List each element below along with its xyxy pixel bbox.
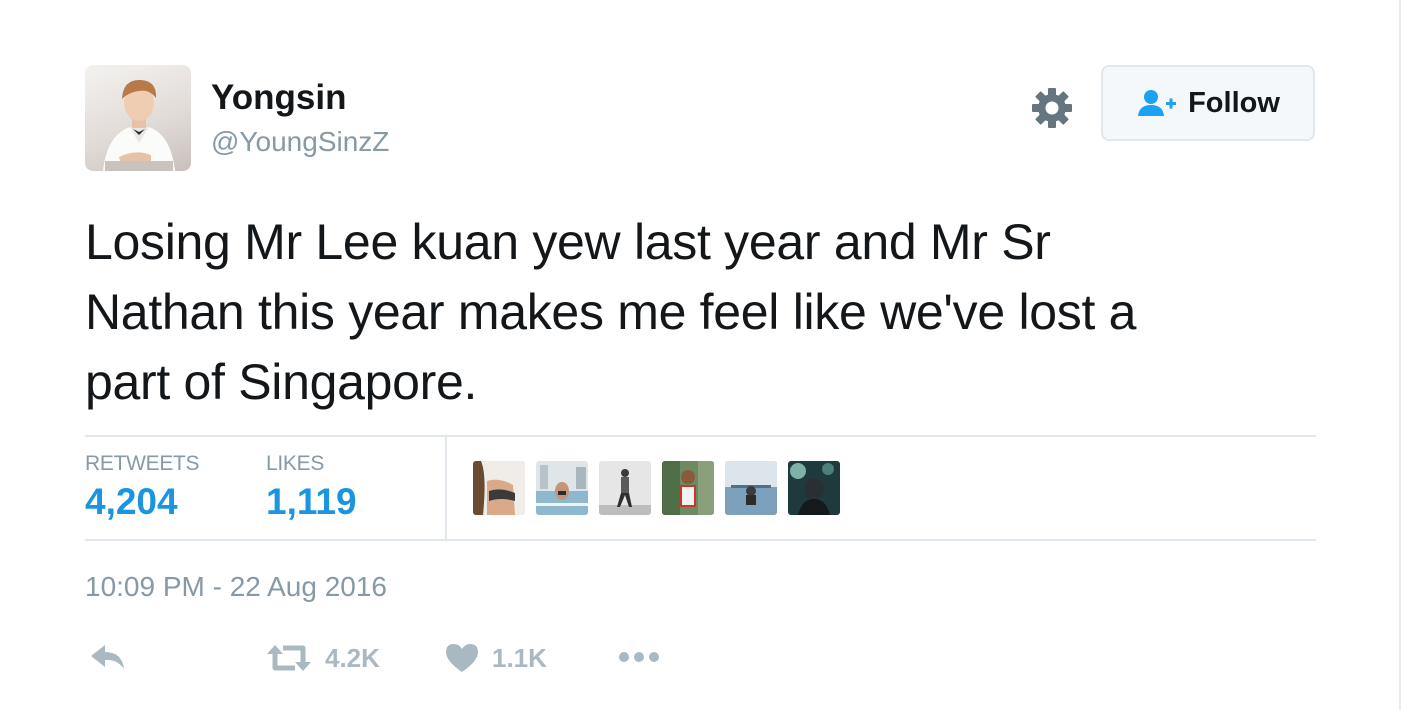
retweet-count: 4.2K xyxy=(325,642,380,673)
stats-divider xyxy=(445,436,447,540)
user-handle[interactable]: @YoungSinzZ xyxy=(211,126,389,158)
liker-avatar-1[interactable] xyxy=(473,461,525,515)
liker-avatar-3[interactable] xyxy=(599,461,651,515)
like-button[interactable]: 1.1K xyxy=(444,642,547,674)
liker-avatar-2[interactable] xyxy=(536,461,588,515)
follow-label: Follow xyxy=(1188,86,1280,119)
retweets-count[interactable]: 4,204 xyxy=(85,481,178,523)
retweet-button[interactable]: 4.2K xyxy=(265,642,380,674)
user-display-name[interactable]: Yongsin xyxy=(211,78,346,118)
gear-icon[interactable] xyxy=(1030,86,1074,130)
reply-icon xyxy=(91,645,124,669)
divider-bottom xyxy=(85,539,1316,541)
profile-avatar[interactable] xyxy=(85,65,191,171)
liker-avatars xyxy=(473,461,840,515)
reply-button[interactable] xyxy=(89,642,127,672)
more-button[interactable] xyxy=(618,642,660,672)
tweet-card: Yongsin @YoungSinzZ Follow Losing Mr Lee… xyxy=(0,0,1401,710)
heart-icon xyxy=(446,644,478,672)
liker-avatar-5[interactable] xyxy=(725,461,777,515)
tweet-timestamp[interactable]: 10:09 PM - 22 Aug 2016 xyxy=(85,571,387,603)
retweets-label[interactable]: RETWEETS xyxy=(85,452,200,476)
liker-avatar-6[interactable] xyxy=(788,461,840,515)
follow-button[interactable]: Follow xyxy=(1101,65,1315,141)
tweet-text: Losing Mr Lee kuan yew last year and Mr … xyxy=(85,207,1315,417)
tweet-text-line: Nathan this year makes me feel like we'v… xyxy=(85,284,1137,340)
add-user-icon xyxy=(1138,90,1177,116)
like-count: 1.1K xyxy=(492,642,547,673)
tweet-text-line: Losing Mr Lee kuan yew last year and Mr … xyxy=(85,214,1051,270)
liker-avatar-4[interactable] xyxy=(662,461,714,515)
likes-count[interactable]: 1,119 xyxy=(266,481,357,523)
tweet-text-line: part of Singapore. xyxy=(85,354,478,410)
more-dots-icon xyxy=(619,652,659,662)
divider-top xyxy=(85,435,1316,437)
retweet-icon xyxy=(267,645,311,671)
likes-label[interactable]: LIKES xyxy=(266,452,324,476)
